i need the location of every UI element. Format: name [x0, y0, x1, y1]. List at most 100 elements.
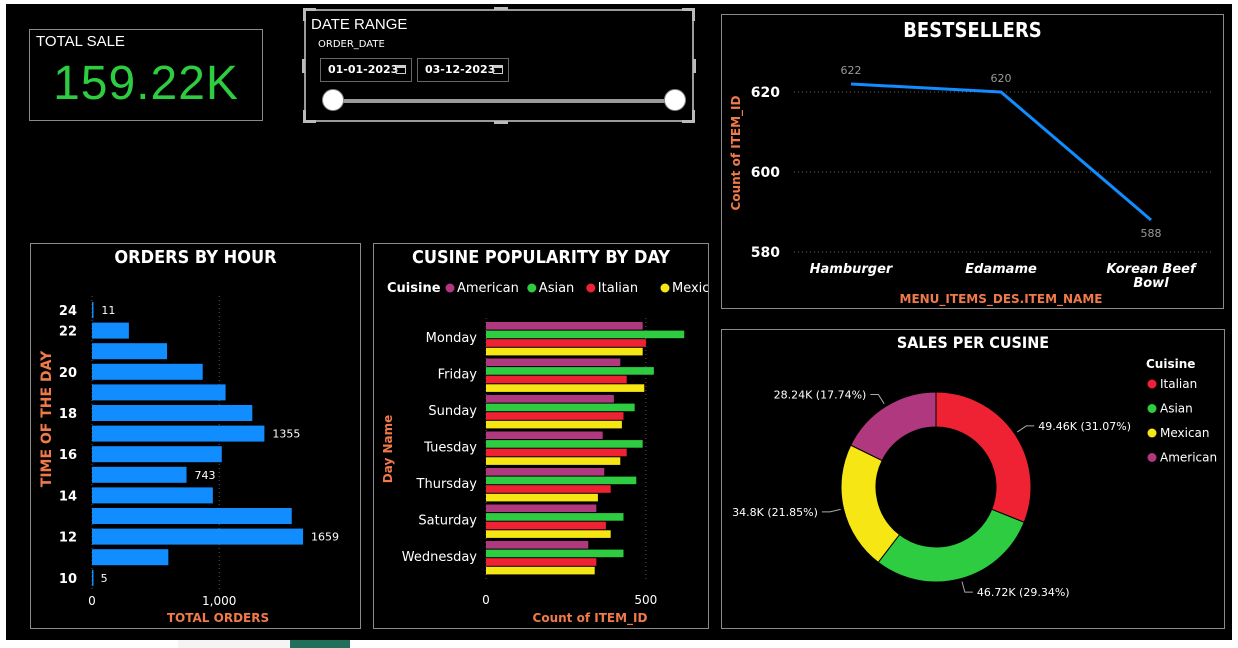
start-date-input[interactable]: 01-01-2023 [320, 58, 412, 82]
y-tick-label: 12 [59, 531, 77, 546]
legend-marker [1147, 404, 1157, 413]
resize-handle[interactable] [302, 59, 305, 73]
y-tick-label: Monday [426, 331, 478, 346]
cuisine-popularity-panel: CUSINE POPULARITY BY DAY Cuisine American… [373, 243, 709, 629]
leader-line [870, 393, 885, 405]
bar [92, 528, 304, 545]
x-tick-label: Bowl [1133, 276, 1169, 291]
y-tick-label: Friday [438, 368, 478, 383]
legend-label: Mexican [672, 281, 708, 296]
resize-handle[interactable] [693, 59, 696, 73]
x-tick-label: Edamame [965, 262, 1037, 277]
bottom-tab-active[interactable] [290, 640, 350, 648]
y-tick-label: 22 [59, 325, 77, 340]
bar [486, 367, 654, 375]
bar [486, 493, 598, 502]
y-tick-label: 600 [751, 165, 780, 181]
legend-title: Cuisine [1146, 357, 1195, 371]
resize-handle[interactable] [682, 8, 695, 21]
x-tick-label: Korean Beef [1106, 262, 1198, 277]
legend-marker [527, 283, 537, 293]
legend-label: American [457, 281, 519, 296]
bar [486, 322, 643, 330]
y-tick-label: Tuesday [423, 441, 477, 456]
date-slider-track[interactable] [334, 99, 676, 103]
resize-handle[interactable] [303, 110, 316, 123]
bar [486, 395, 614, 403]
legend-marker [660, 283, 670, 293]
calendar-icon[interactable] [493, 65, 503, 74]
y-tick-label: Thursday [416, 477, 478, 492]
legend-marker [445, 283, 455, 293]
total-sale-value: 159.22K [53, 57, 239, 110]
x-tick-label: 500 [634, 593, 657, 607]
calendar-icon[interactable] [396, 65, 406, 74]
legend-marker [1147, 379, 1157, 389]
y-tick-label: 20 [59, 366, 77, 381]
x-tick-label: 0 [88, 594, 96, 608]
bar [486, 375, 627, 384]
bar [486, 431, 603, 440]
bottom-tab-strip [178, 640, 290, 648]
legend-marker [1147, 453, 1157, 462]
dashboard-canvas: TOTAL SALE 159.22K DATE RANGE ORDER_DATE… [6, 4, 1232, 640]
x-tick-label: Hamburger [810, 262, 894, 277]
legend-label: Italian [1160, 377, 1197, 391]
bar [486, 403, 635, 412]
start-date-value: 01-01-2023 [328, 63, 399, 76]
bar [486, 468, 605, 476]
bar [92, 466, 187, 483]
bar [486, 347, 643, 356]
orders-by-hour-panel: ORDERS BY HOUR 0 1,000 11 1355 743 1659 5 24 22 2… [30, 243, 361, 629]
legend-marker [586, 283, 596, 293]
bar [92, 322, 129, 339]
resize-handle[interactable] [682, 110, 695, 123]
y-axis-title: Day Name [381, 415, 395, 483]
x-axis-title: TOTAL ORDERS [167, 611, 269, 625]
bar [92, 425, 265, 442]
bar [92, 569, 94, 586]
x-tick-label: 1,000 [202, 594, 236, 608]
bar [92, 446, 222, 463]
y-tick-label: Saturday [418, 514, 477, 529]
x-axis-title: MENU_ITEMS_DES.ITEM_NAME [900, 292, 1103, 307]
bar [486, 412, 624, 420]
date-slider-end-handle[interactable] [664, 89, 686, 111]
y-tick-label: 16 [59, 448, 77, 463]
data-label: 588 [1141, 227, 1162, 240]
resize-handle[interactable] [494, 7, 508, 10]
y-tick-label: Wednesday [402, 550, 478, 565]
bar [486, 457, 621, 465]
leader-line [1016, 425, 1035, 433]
bar [486, 384, 645, 392]
data-label: 1659 [311, 531, 339, 544]
legend-label: Italian [598, 281, 638, 296]
resize-handle[interactable] [494, 121, 508, 124]
legend-marker [1147, 428, 1157, 438]
bar [486, 513, 624, 521]
bar [92, 508, 292, 524]
legend-label: American [1160, 451, 1217, 465]
y-tick-label: 620 [751, 85, 780, 101]
total-sale-card: TOTAL SALE 159.22K [29, 29, 263, 121]
bar [486, 440, 643, 448]
y-tick-label: 24 [59, 304, 77, 319]
legend-label: Asian [539, 281, 574, 296]
data-label: 622 [841, 64, 862, 77]
resize-handle[interactable] [303, 8, 316, 21]
x-axis-title: Count of ITEM_ID [533, 611, 648, 626]
legend-label: Mexican [1160, 426, 1210, 440]
bestsellers-chart: 580 600 620 622 620 588 Hamburger Edamame Korean… [729, 64, 1212, 307]
x-tick-label: 0 [482, 593, 490, 607]
bestsellers-panel: BESTSELLERS 580 600 620 622 620 588 Hamburger E… [721, 14, 1224, 309]
date-slider-start-handle[interactable] [322, 89, 344, 111]
end-date-input[interactable]: 03-12-2023 [417, 58, 509, 82]
date-range-slicer[interactable]: DATE RANGE ORDER_DATE 01-01-2023 03-12-2… [302, 7, 696, 124]
data-label: 5 [101, 572, 108, 585]
data-label: 34.8K (21.85%) [732, 506, 818, 519]
bar [486, 549, 624, 558]
bar [486, 504, 597, 513]
date-range-title: DATE RANGE [311, 16, 408, 33]
bar [486, 330, 685, 339]
data-label: 46.72K (29.34%) [977, 586, 1070, 599]
